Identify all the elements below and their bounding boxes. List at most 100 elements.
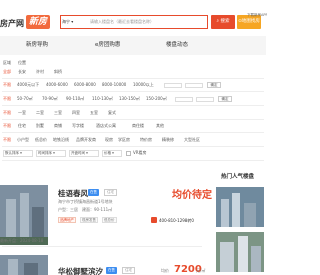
filter-size-4[interactable]: 110-130㎡ (92, 96, 113, 102)
filter-type-apartment[interactable]: 酒店式公寓 (96, 123, 116, 129)
filter-type-residence[interactable]: 住宅 (18, 123, 26, 129)
building-shape (24, 263, 38, 275)
filter-room-duplex[interactable]: 复式 (108, 110, 116, 116)
sort-time-label: 时间排序 (38, 151, 52, 155)
filter-price-3[interactable]: 6000-8000 (74, 82, 96, 88)
search-button-label: 搜索 (220, 19, 230, 24)
filter-room-any[interactable]: 不限 (3, 110, 11, 116)
nav-item-group-buy[interactable]: e房团购惠 (95, 36, 120, 55)
building-shape (220, 242, 234, 272)
filter-size-1[interactable]: 50-70㎡ (17, 96, 33, 102)
filter-room-5[interactable]: 五室 (90, 110, 98, 116)
search-box: 海宁 ▾ 请输入楼盘名（最近去看楼盘名称） (60, 15, 208, 29)
sidebar-listing-image[interactable] (216, 232, 264, 272)
filter-feature-5[interactable]: 现房 (105, 137, 113, 143)
new-house-logo[interactable]: 新房 (26, 15, 50, 29)
listing-price-unit: 元/㎡ (196, 268, 206, 273)
price-confirm-button[interactable]: 确定 (207, 82, 221, 88)
listing-address[interactable]: 海宁市丁桥镇海昌街道1号地块 (58, 199, 113, 205)
filter-size-6[interactable]: 150-200㎡ (146, 96, 167, 102)
feature-tag: 品牌地产 (58, 217, 76, 223)
building-shape (6, 199, 16, 239)
feature-tag: 现房发售 (80, 217, 98, 223)
sort-default-select[interactable]: 默认排序 ▾ (3, 150, 33, 157)
app-download-text[interactable]: 下载新房APP (247, 13, 267, 18)
site-logo-text[interactable]: 房产网 (0, 18, 24, 29)
phone-icon (151, 217, 157, 223)
size-min-input[interactable] (175, 97, 193, 102)
city-label: 海宁 (62, 19, 70, 24)
filter-type-any[interactable]: 不限 (3, 123, 11, 129)
filter-type-shop[interactable]: 商铺 (54, 123, 62, 129)
filter-price-5[interactable]: 10000以上 (133, 82, 154, 88)
map-button-label: 地图找房 (241, 19, 260, 24)
filter-area-tab[interactable]: 区域 (3, 60, 11, 66)
filter-feature-3[interactable]: 地铁沿线 (53, 137, 69, 143)
search-button[interactable]: ⌕ 搜索 (211, 15, 235, 29)
size-confirm-button[interactable]: 确定 (218, 96, 232, 102)
search-icon: ⌕ (216, 19, 220, 24)
filter-price-2[interactable]: 4000-6000 (46, 82, 68, 88)
filter-size-2[interactable]: 70-90㎡ (42, 96, 58, 102)
filter-room-4[interactable]: 四室 (72, 110, 80, 116)
filter-feature-2[interactable]: 低总价 (35, 137, 47, 143)
filter-type-mixed[interactable]: 商住楼 (132, 123, 144, 129)
filter-divider (2, 78, 264, 79)
listing-phone[interactable]: 400-810-1298转0 (159, 218, 194, 224)
nav-item-news[interactable]: 楼盘动态 (166, 36, 188, 55)
sort-open-select[interactable]: 开盘时间 ▾ (69, 150, 99, 157)
sale-status-badge: 在售 (88, 189, 99, 196)
filter-feature-8[interactable]: 精装修 (162, 137, 174, 143)
size-max-input[interactable] (196, 97, 214, 102)
filter-feature-1[interactable]: 小户型 (17, 137, 29, 143)
filter-region-xucun[interactable]: 许村 (36, 69, 44, 75)
listing-title[interactable]: 桂语春风 (58, 188, 88, 199)
filter-feature-6[interactable]: 学区房 (118, 137, 130, 143)
building-shape (221, 199, 229, 227)
building-shape (32, 207, 44, 239)
sidebar-listing-image[interactable] (216, 187, 264, 227)
filter-type-other[interactable]: 其他 (156, 123, 164, 129)
price-min-input[interactable] (164, 83, 182, 88)
filter-price-4[interactable]: 8000-10000 (102, 82, 126, 88)
filter-region-changan[interactable]: 长安 (18, 69, 26, 75)
filter-room-1[interactable]: 一室 (18, 110, 26, 116)
vr-checkbox[interactable] (126, 151, 131, 156)
filter-feature-4[interactable]: 品牌开发商 (76, 137, 96, 143)
listing-divider (2, 246, 202, 247)
building-shape (232, 193, 240, 227)
filter-room-2[interactable]: 二室 (36, 110, 44, 116)
city-select[interactable]: 海宁 ▾ (62, 16, 86, 28)
filter-size-any[interactable]: 不限 (3, 96, 11, 102)
filter-type-office[interactable]: 写字楼 (72, 123, 84, 129)
filter-region-xieqiao[interactable]: 斜桥 (54, 69, 62, 75)
sort-price-label: 价格 (104, 151, 111, 155)
listing-open-date: 最新开盘：2024-08-18 (0, 238, 44, 243)
vr-checkbox-label: VR看房 (133, 150, 147, 155)
filter-size-5[interactable]: 130-150㎡ (119, 96, 140, 102)
listing-thumbnail[interactable] (0, 255, 48, 275)
price-max-input[interactable] (185, 83, 203, 88)
filter-divider (2, 160, 264, 161)
listing-price-prefix: 均价 (161, 268, 169, 273)
sort-time-select[interactable]: 时间排序 ▾ (36, 150, 66, 157)
filter-feature-7[interactable]: 特价房 (140, 137, 152, 143)
listing-thumbnail[interactable] (0, 185, 48, 245)
listing-title[interactable]: 华松御墅滨汐 (58, 266, 103, 275)
filter-feature-any[interactable]: 不限 (3, 137, 11, 143)
building-shape (20, 193, 29, 239)
filter-feature-9[interactable]: 大型社区 (184, 137, 200, 143)
filter-price-any[interactable]: 不限 (3, 82, 11, 88)
building-shape (244, 203, 256, 227)
nav-item-guide[interactable]: 新房导购 (26, 36, 48, 55)
filter-price-1[interactable]: 4000元以下 (17, 82, 39, 88)
filter-size-3[interactable]: 90-110㎡ (66, 96, 84, 102)
property-type-badge: 住宅 (122, 267, 135, 274)
filter-position-tab[interactable]: 位置 (18, 60, 26, 66)
search-input[interactable]: 请输入楼盘名（最近去看楼盘名称） (90, 16, 154, 28)
building-shape (238, 236, 248, 272)
filter-room-3[interactable]: 三室 (54, 110, 62, 116)
sort-price-select[interactable]: 价格 ▾ (102, 150, 122, 157)
filter-region-all[interactable]: 全部 (3, 69, 11, 75)
filter-type-villa[interactable]: 别墅 (36, 123, 44, 129)
